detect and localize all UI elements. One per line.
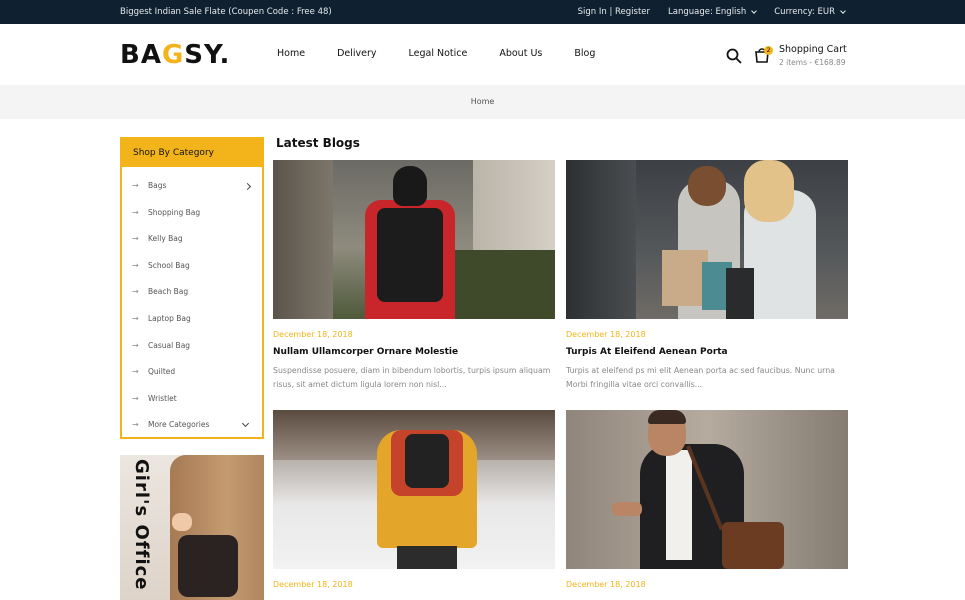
blog-image[interactable] xyxy=(566,160,848,319)
category-item-laptop-bag[interactable]: → Laptop Bag xyxy=(122,306,262,333)
bag-image xyxy=(178,535,238,597)
image-detail xyxy=(722,522,784,569)
chevron-down-icon xyxy=(840,8,846,14)
arrow-right-icon: → xyxy=(132,234,139,244)
image-detail xyxy=(405,434,449,488)
category-item-beach-bag[interactable]: → Beach Bag xyxy=(122,279,262,306)
language-label: Language: English xyxy=(668,7,747,17)
arrow-right-icon: → xyxy=(132,420,139,430)
image-detail xyxy=(393,166,427,206)
arrow-right-icon: → xyxy=(132,313,139,323)
blog-title[interactable]: Nullam Ullamcorper Ornare Molestie xyxy=(273,347,555,357)
arrow-right-icon: → xyxy=(132,260,139,270)
shopping-cart[interactable]: Shopping Cart 2 items - €168.89 xyxy=(779,44,847,67)
top-bar-links: Sign In | Register Language: English Cur… xyxy=(578,7,846,17)
category-label: Laptop Bag xyxy=(148,313,191,323)
category-label: School Bag xyxy=(148,260,190,270)
blog-card: December 18, 2018 Turpis At Eleifend Aen… xyxy=(566,160,848,392)
blog-date: December 18, 2018 xyxy=(273,330,353,339)
category-heading: Shop By Category xyxy=(122,139,262,167)
image-detail xyxy=(648,410,686,424)
image-detail xyxy=(744,160,794,222)
arrow-right-icon: → xyxy=(132,393,139,403)
arrow-right-icon: → xyxy=(132,181,139,190)
category-label: Kelly Bag xyxy=(148,234,183,244)
image-detail xyxy=(688,166,726,206)
blog-image[interactable] xyxy=(566,410,848,569)
category-item-wristlet[interactable]: → Wristlet xyxy=(122,386,262,413)
logo-part-2: SY. xyxy=(184,40,231,70)
blog-image[interactable] xyxy=(273,160,555,319)
blog-card: December 18, 2018 Nullam Ullamcorper Orn… xyxy=(273,160,555,392)
signin-register-link[interactable]: Sign In | Register xyxy=(578,7,650,17)
blog-date: December 18, 2018 xyxy=(566,330,646,339)
breadcrumb: Home xyxy=(0,85,965,119)
category-item-school-bag[interactable]: → School Bag xyxy=(122,253,262,280)
language-selector[interactable]: Language: English xyxy=(668,7,758,17)
image-detail xyxy=(612,502,642,516)
promo-banner[interactable]: Girl's Office xyxy=(120,455,264,600)
image-detail xyxy=(726,268,754,319)
category-item-bags[interactable]: → Bags xyxy=(122,173,262,200)
category-label: More Categories xyxy=(148,420,210,430)
image-detail xyxy=(273,160,333,319)
category-label: Bags xyxy=(148,181,167,190)
breadcrumb-home[interactable]: Home xyxy=(471,97,495,106)
blog-excerpt: Turpis at eleifend ps mi elit Aenean por… xyxy=(566,366,835,389)
arrow-right-icon: → xyxy=(132,367,139,377)
blog-date: December 18, 2018 xyxy=(566,580,646,589)
arrow-right-icon: → xyxy=(132,340,139,350)
chevron-down-icon xyxy=(751,8,758,14)
arrow-right-icon: → xyxy=(132,207,139,217)
category-label: Beach Bag xyxy=(148,287,189,297)
category-item-more[interactable]: → More Categories xyxy=(122,412,262,439)
logo[interactable]: BAGSY. xyxy=(120,40,230,70)
logo-accent: G xyxy=(161,40,185,70)
currency-label: Currency: EUR xyxy=(774,7,835,17)
site-header: BAGSY. Home Delivery Legal Notice About … xyxy=(0,24,965,85)
category-item-shopping-bag[interactable]: → Shopping Bag xyxy=(122,200,262,227)
search-icon[interactable] xyxy=(726,48,742,64)
category-label: Casual Bag xyxy=(148,340,191,350)
nav-about-us[interactable]: About Us xyxy=(499,48,542,59)
hand-image xyxy=(172,513,192,531)
blog-card: December 18, 2018 xyxy=(273,410,555,589)
nav-delivery[interactable]: Delivery xyxy=(337,48,376,59)
chevron-right-icon[interactable] xyxy=(243,182,252,191)
nav-home[interactable]: Home xyxy=(277,48,305,59)
main-nav: Home Delivery Legal Notice About Us Blog xyxy=(277,48,595,59)
blog-title[interactable]: Turpis At Eleifend Aenean Porta xyxy=(566,347,848,357)
category-list: → Bags → Shopping Bag → Kelly Bag → School B… xyxy=(122,167,262,439)
nav-blog[interactable]: Blog xyxy=(574,48,595,59)
nav-legal-notice[interactable]: Legal Notice xyxy=(409,48,468,59)
latest-blogs-heading: Latest Blogs xyxy=(276,136,360,150)
currency-selector[interactable]: Currency: EUR xyxy=(774,7,846,17)
category-label: Quilted xyxy=(148,367,176,377)
blog-excerpt: Suspendisse posuere, diam in bibendum lo… xyxy=(273,366,551,389)
cart-summary: 2 items - €168.89 xyxy=(779,58,846,67)
blog-image[interactable] xyxy=(273,410,555,569)
top-bar: Biggest Indian Sale Flate (Coupen Code :… xyxy=(0,0,965,24)
image-detail xyxy=(666,450,692,560)
promo-text: Biggest Indian Sale Flate (Coupen Code :… xyxy=(120,7,332,17)
arrow-right-icon: → xyxy=(132,287,139,297)
blog-card: December 18, 2018 xyxy=(566,410,848,589)
image-detail xyxy=(566,160,636,319)
category-box: Shop By Category → Bags → Shopping Bag → Ke… xyxy=(120,137,264,439)
chevron-down-icon xyxy=(241,420,250,428)
cart-title: Shopping Cart xyxy=(779,44,847,55)
cart-count-badge: 2 xyxy=(764,46,773,55)
image-detail xyxy=(377,208,443,302)
logo-part-1: BA xyxy=(120,40,162,70)
category-item-kelly-bag[interactable]: → Kelly Bag xyxy=(122,226,262,253)
image-detail xyxy=(397,546,457,569)
blog-date: December 18, 2018 xyxy=(273,580,353,589)
category-item-casual-bag[interactable]: → Casual Bag xyxy=(122,333,262,360)
category-item-quilted[interactable]: → Quilted xyxy=(122,359,262,386)
category-label: Wristlet xyxy=(148,393,177,403)
promo-banner-text: Girl's Office xyxy=(131,459,152,591)
category-label: Shopping Bag xyxy=(148,207,201,217)
